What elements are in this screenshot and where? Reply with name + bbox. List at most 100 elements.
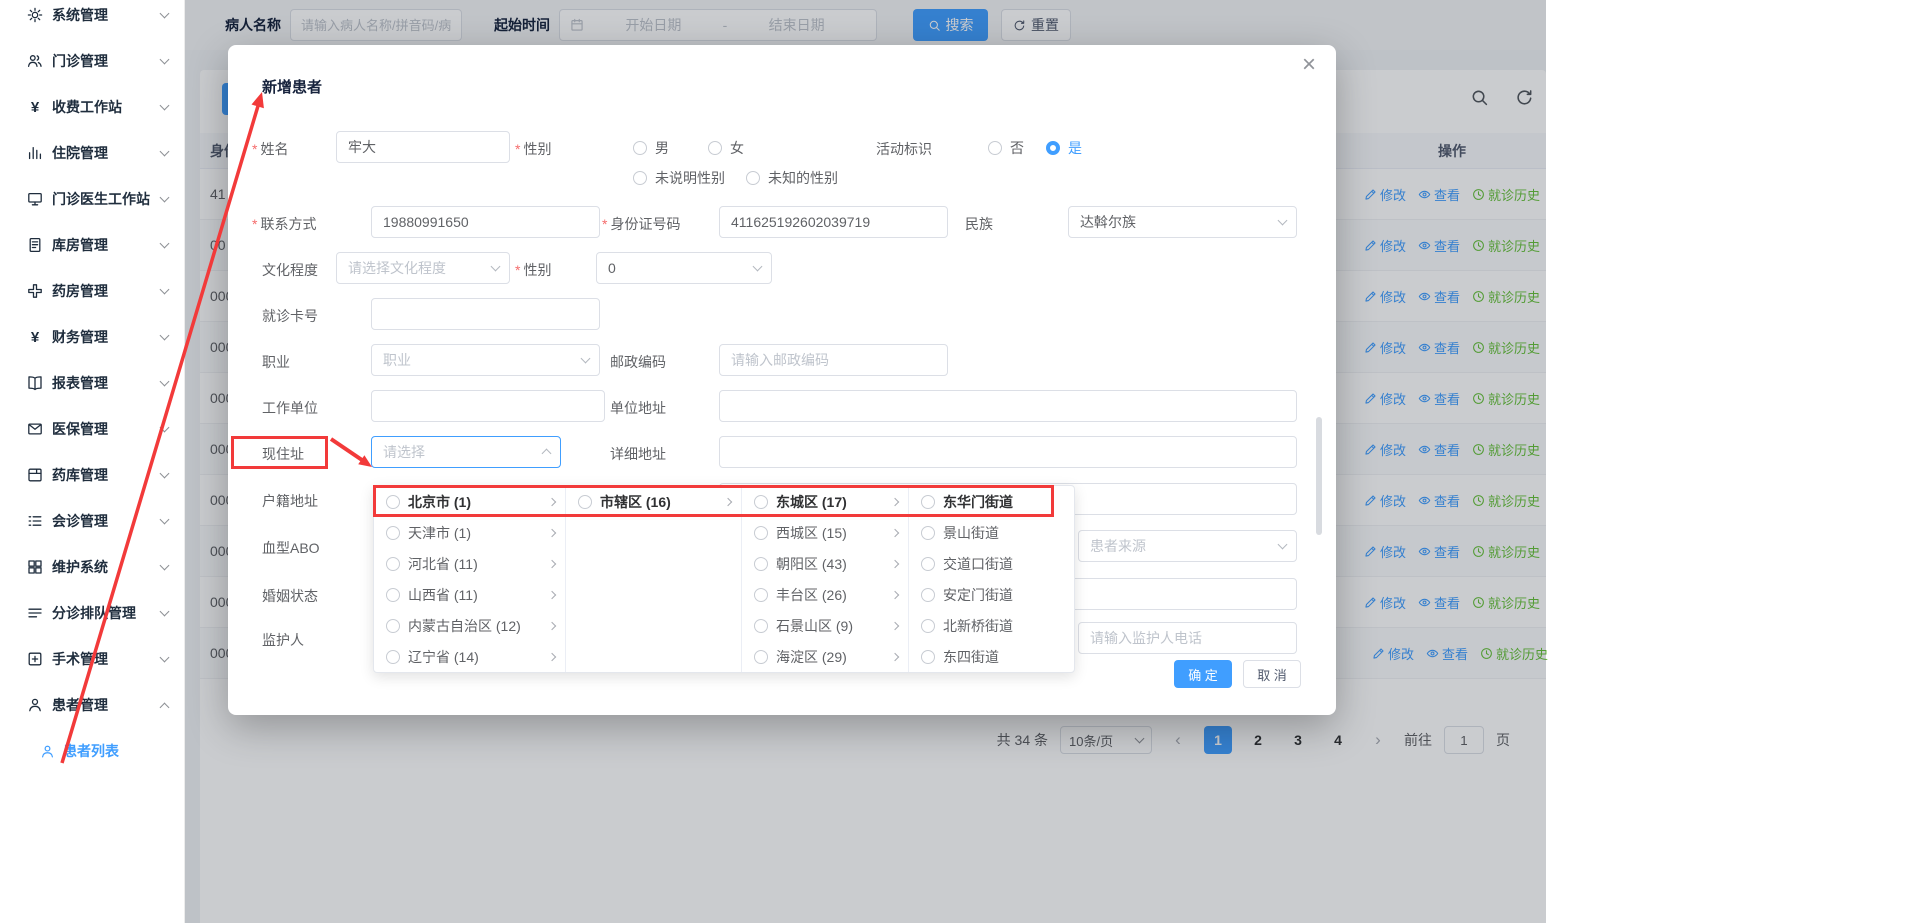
occupation-select[interactable]: 职业 [371, 344, 600, 376]
contact-input[interactable] [371, 206, 600, 238]
sidebar-item-warehouse-mgmt[interactable]: 库房管理 [0, 222, 184, 268]
sidebar-item-charge-station[interactable]: ¥收费工作站 [0, 84, 184, 130]
radio-gender-unknown[interactable]: 未知的性别 [746, 170, 838, 186]
sidebar-item-label: 门诊医生工作站 [52, 189, 161, 209]
sidebar-item-report-mgmt[interactable]: 报表管理 [0, 360, 184, 406]
chevron-down-icon [160, 284, 170, 294]
sidebar-item-patient-list[interactable]: 患者列表 [0, 728, 184, 774]
sidebar-item-label: 维护系统 [52, 557, 161, 577]
cascader-option-street[interactable]: 安定门街道 [909, 579, 1076, 610]
radio-circle [988, 141, 1002, 155]
radio-circle [386, 526, 400, 540]
cascader-option-province[interactable]: 河北省 (11) [374, 548, 565, 579]
radio-female[interactable]: 女 [708, 140, 744, 156]
id-number-input[interactable] [719, 206, 948, 238]
radio-active-yes[interactable]: 是 [1046, 140, 1082, 156]
sidebar-item-pharmacy-mgmt[interactable]: 药房管理 [0, 268, 184, 314]
sidebar-item-label: 库房管理 [52, 235, 161, 255]
cascader-option-province[interactable]: 辽宁省 (14) [374, 641, 565, 672]
sidebar-item-outpatient-mgmt[interactable]: 门诊管理 [0, 38, 184, 84]
sidebar-item-patient-mgmt[interactable]: 患者管理 [0, 682, 184, 728]
modal-title: 新增患者 [262, 76, 322, 97]
cascader-option-city[interactable]: 市辖区 (16) [566, 486, 741, 517]
work-unit-label: 工作单位 [262, 398, 318, 418]
detail-address-label: 详细地址 [610, 444, 666, 464]
region-cascader-dropdown: 北京市 (1) 天津市 (1) 河北省 (11) 山西省 (11) 内蒙古自治区… [373, 485, 1075, 673]
cascader-option-street[interactable]: 东四街道 [909, 641, 1076, 672]
cascader-option-street[interactable]: 北新桥街道 [909, 610, 1076, 641]
close-icon[interactable]: × [1302, 53, 1316, 77]
cascader-option-district[interactable]: 西城区 (15) [742, 517, 908, 548]
chevron-down-icon [160, 238, 170, 248]
gender-code-select[interactable]: 0 [596, 252, 772, 284]
cascader-option-street[interactable]: 交道口街道 [909, 548, 1076, 579]
sidebar-item-finance-mgmt[interactable]: ¥财务管理 [0, 314, 184, 360]
name-input[interactable] [336, 131, 510, 163]
chevron-right-icon [548, 528, 556, 536]
cascader-option-street[interactable]: 景山街道 [909, 517, 1076, 548]
cascader-option-street[interactable]: 东华门街道 [909, 486, 1076, 517]
chevron-right-icon [548, 590, 556, 598]
chevron-down-icon [160, 192, 170, 202]
sidebar-item-consultation-mgmt[interactable]: 会诊管理 [0, 498, 184, 544]
mail-icon [27, 421, 43, 437]
chevron-right-icon [548, 559, 556, 567]
sidebar-item-outpatient-doctor-station[interactable]: 门诊医生工作站 [0, 176, 184, 222]
sidebar-item-surgery-mgmt[interactable]: 手术管理 [0, 636, 184, 682]
cascader-option-province[interactable]: 山西省 (11) [374, 579, 565, 610]
sidebar-item-maintenance[interactable]: 维护系统 [0, 544, 184, 590]
radio-gender-unstated[interactable]: 未说明性别 [633, 170, 725, 186]
detail-address-input[interactable] [719, 436, 1297, 468]
radio-active-no[interactable]: 否 [988, 140, 1024, 156]
modal-scrollbar[interactable] [1316, 417, 1322, 535]
radio-circle [708, 141, 722, 155]
document-icon [27, 237, 43, 253]
sidebar-item-drugstore-mgmt[interactable]: 药库管理 [0, 452, 184, 498]
sidebar-item-label: 分诊排队管理 [52, 603, 161, 623]
cascader-option-district[interactable]: 东城区 (17) [742, 486, 908, 517]
id-number-label: *身份证号码 [602, 214, 680, 234]
cascader-option-province[interactable]: 内蒙古自治区 (12) [374, 610, 565, 641]
storage-icon [27, 467, 43, 483]
cascader-option-province[interactable]: 北京市 (1) [374, 486, 565, 517]
chevron-right-icon [891, 621, 899, 629]
cascader-option-district[interactable]: 丰台区 (26) [742, 579, 908, 610]
radio-circle [754, 588, 768, 602]
cascader-option-district[interactable]: 石景山区 (9) [742, 610, 908, 641]
radio-male[interactable]: 男 [633, 140, 669, 156]
patient-source-select[interactable]: 患者来源 [1078, 530, 1297, 562]
cascader-option-province[interactable]: 天津市 (1) [374, 517, 565, 548]
cascader-option-district[interactable]: 海淀区 (29) [742, 641, 908, 672]
chevron-down-icon [160, 146, 170, 156]
education-select[interactable]: 请选择文化程度 [336, 252, 510, 284]
guardian-phone-input[interactable] [1078, 622, 1297, 654]
confirm-button[interactable]: 确 定 [1174, 660, 1232, 688]
sidebar-item-label: 财务管理 [52, 327, 161, 347]
unit-address-input[interactable] [719, 390, 1297, 422]
card-no-input[interactable] [371, 298, 600, 330]
chevron-down-icon [160, 422, 170, 432]
postal-code-input[interactable] [719, 344, 948, 376]
chevron-down-icon [581, 354, 591, 364]
chevron-down-icon [1278, 216, 1288, 226]
work-unit-input[interactable] [371, 390, 605, 422]
radio-circle [386, 650, 400, 664]
gender-label: *性别 [515, 139, 551, 159]
sidebar-item-insurance-mgmt[interactable]: 医保管理 [0, 406, 184, 452]
sidebar-item-label: 手术管理 [52, 649, 161, 669]
gear-icon [27, 7, 43, 23]
sidebar-item-triage-queue-mgmt[interactable]: 分诊排队管理 [0, 590, 184, 636]
sidebar-item-label: 患者管理 [52, 695, 161, 715]
blood-type-label: 血型ABO [262, 538, 320, 558]
radio-circle [754, 557, 768, 571]
current-address-cascader[interactable]: 请选择 [371, 436, 561, 468]
person-icon [40, 744, 55, 759]
sidebar-item-inpatient-mgmt[interactable]: 住院管理 [0, 130, 184, 176]
sidebar-item-label: 系统管理 [52, 5, 161, 25]
ethnicity-label: 民族 [965, 214, 993, 234]
sidebar-item-system-mgmt[interactable]: 系统管理 [0, 0, 184, 38]
cancel-button[interactable]: 取 消 [1243, 660, 1301, 688]
sidebar-item-label: 药库管理 [52, 465, 161, 485]
ethnicity-select[interactable]: 达斡尔族 [1068, 206, 1297, 238]
cascader-option-district[interactable]: 朝阳区 (43) [742, 548, 908, 579]
